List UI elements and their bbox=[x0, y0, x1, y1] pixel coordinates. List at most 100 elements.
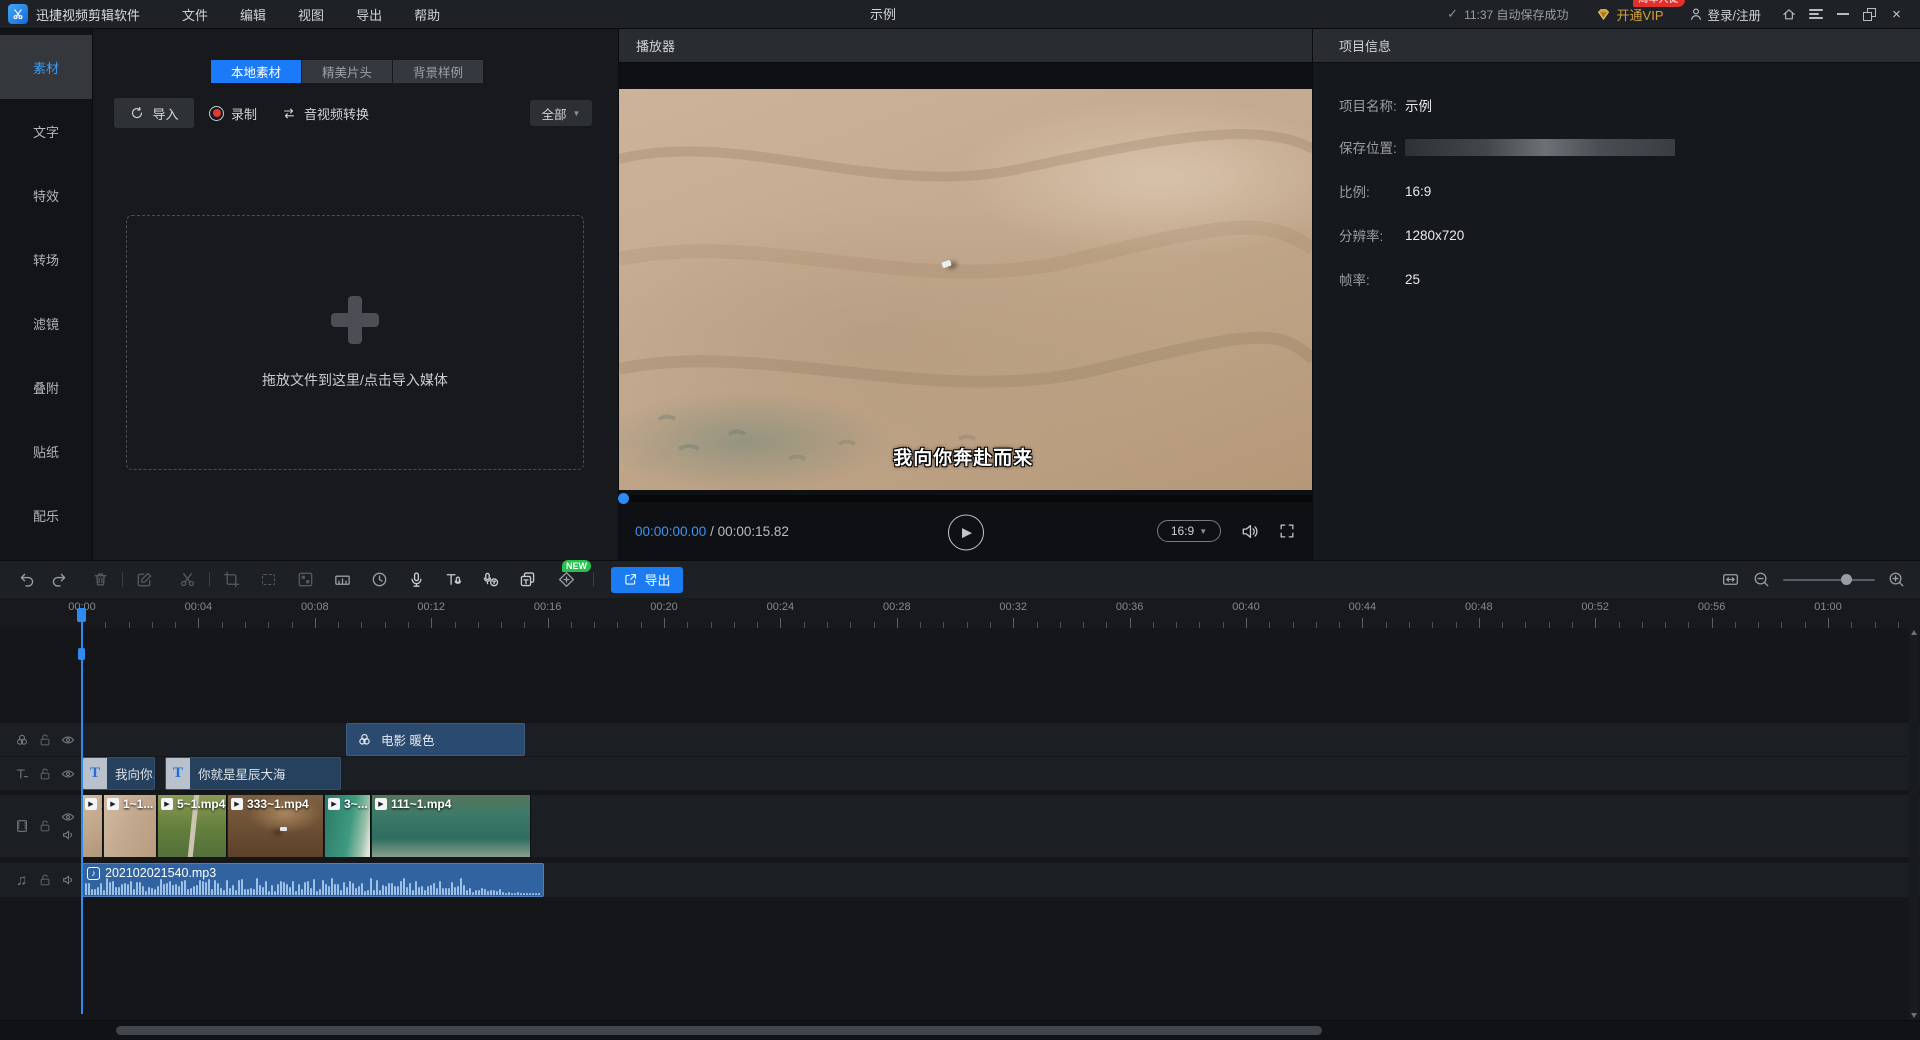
edit-clip-button[interactable] bbox=[128, 567, 161, 593]
zoom-out-icon[interactable] bbox=[1752, 570, 1771, 589]
sidebar-item-text[interactable]: 文字 bbox=[0, 99, 92, 163]
total-duration: 00:00:15.82 bbox=[718, 524, 789, 539]
batch-subtitle-button[interactable] bbox=[511, 567, 544, 593]
toggle-visibility-button[interactable] bbox=[60, 809, 76, 825]
aspect-row: 比例: 16:9 bbox=[1339, 181, 1431, 201]
ruler-tick bbox=[431, 618, 432, 628]
vip-button[interactable]: 开通VIP 周年大促 bbox=[1595, 5, 1664, 24]
fullscreen-button[interactable] bbox=[1278, 522, 1296, 540]
titlebar-right: ✓ 11:37 自动保存成功 开通VIP 周年大促 登录/注册 bbox=[1447, 0, 1920, 29]
delete-button[interactable] bbox=[84, 567, 117, 593]
zoom-slider-handle[interactable] bbox=[1841, 574, 1852, 585]
lock-track-button[interactable] bbox=[33, 732, 56, 748]
toggle-visibility-button[interactable] bbox=[57, 766, 80, 782]
main-area: 素材 文字 特效 转场 滤镜 叠附 贴纸 配乐 本地素材 精美片头 背景样例 导… bbox=[0, 29, 1920, 560]
menu-export[interactable]: 导出 bbox=[356, 5, 382, 24]
sidebar-item-transitions[interactable]: 转场 bbox=[0, 227, 92, 291]
ruler-label: 00:36 bbox=[1116, 601, 1144, 613]
adjust-duration-button[interactable] bbox=[326, 567, 359, 593]
import-button[interactable]: 导入 bbox=[114, 98, 194, 128]
redo-button[interactable] bbox=[43, 567, 76, 593]
sidebar-item-overlays[interactable]: 叠附 bbox=[0, 355, 92, 419]
effect-clip[interactable]: 电影 暖色 bbox=[346, 723, 525, 756]
timeline-ruler[interactable]: 00:0000:0400:0800:1200:1600:2000:2400:28… bbox=[0, 598, 1920, 628]
volume-button[interactable] bbox=[1239, 521, 1260, 542]
media-filter-dropdown[interactable]: 全部 ▼ bbox=[530, 100, 592, 126]
lock-track-button[interactable] bbox=[33, 766, 56, 782]
audio-track-head: ♫ bbox=[0, 863, 80, 897]
menu-view[interactable]: 视图 bbox=[298, 5, 324, 24]
tab-background-samples[interactable]: 背景样例 bbox=[393, 60, 483, 83]
swap-arrows-icon bbox=[281, 105, 297, 121]
play-button[interactable]: ▶ bbox=[948, 514, 984, 550]
ruler-label: 00:24 bbox=[767, 601, 795, 613]
media-dropzone[interactable]: 拖放文件到这里/点击导入媒体 bbox=[126, 215, 584, 470]
player-seekbar[interactable] bbox=[619, 495, 1312, 502]
tab-intro-templates[interactable]: 精美片头 bbox=[302, 60, 392, 83]
clip-play-icon: ▶ bbox=[328, 798, 340, 810]
text-clip[interactable]: T 你就是星辰大海 bbox=[165, 757, 341, 790]
playhead-grip[interactable] bbox=[78, 648, 85, 660]
titlebar: 迅捷视频剪辑软件 文件 编辑 视图 导出 帮助 示例 ✓ 11:37 自动保存成… bbox=[0, 0, 1920, 29]
lock-track-button[interactable] bbox=[33, 818, 56, 834]
subtitle-copy-icon bbox=[518, 570, 537, 589]
minimize-button[interactable] bbox=[1829, 0, 1856, 29]
video-clip[interactable]: ▶1 bbox=[82, 795, 103, 857]
sidebar-item-media[interactable]: 素材 bbox=[0, 35, 92, 99]
video-clip[interactable]: ▶5~1.mp4 bbox=[158, 795, 227, 857]
text-chip-icon: T bbox=[83, 758, 107, 789]
fit-timeline-icon[interactable] bbox=[1721, 570, 1740, 589]
maximize-button[interactable] bbox=[1856, 0, 1883, 29]
scroll-up-arrow-icon bbox=[1911, 630, 1917, 635]
project-name-row: 项目名称: 示例 bbox=[1339, 95, 1432, 115]
split-button[interactable] bbox=[171, 567, 204, 593]
zoom-in-icon[interactable] bbox=[1887, 570, 1906, 589]
sidebar-item-stickers[interactable]: 贴纸 bbox=[0, 419, 92, 483]
select-region-button[interactable] bbox=[252, 567, 285, 593]
toggle-visibility-button[interactable] bbox=[57, 732, 80, 748]
menu-help[interactable]: 帮助 bbox=[414, 5, 440, 24]
speed-button[interactable] bbox=[363, 567, 396, 593]
export-button[interactable]: 导出 bbox=[611, 567, 683, 593]
lock-track-button[interactable] bbox=[33, 872, 56, 888]
menu-file[interactable]: 文件 bbox=[182, 5, 208, 24]
mosaic-button[interactable] bbox=[289, 567, 322, 593]
undo-icon bbox=[17, 570, 36, 589]
text-clip[interactable]: T 我向你... bbox=[82, 757, 155, 790]
close-button[interactable]: × bbox=[1883, 0, 1910, 29]
export-icon bbox=[623, 572, 638, 587]
hamburger-icon bbox=[1809, 7, 1823, 21]
record-button[interactable]: 录制 bbox=[209, 98, 257, 128]
video-clip[interactable]: ▶3~... bbox=[325, 795, 371, 857]
text-to-speech-icon bbox=[444, 570, 463, 589]
timeline-vertical-scrollbar[interactable] bbox=[1909, 628, 1919, 1020]
timeline-horizontal-scrollbar[interactable] bbox=[116, 1026, 1322, 1035]
sidebar-item-effects[interactable]: 特效 bbox=[0, 163, 92, 227]
player-right-controls: 16:9 ▼ bbox=[1157, 520, 1296, 542]
av-convert-button[interactable]: 音视频转换 bbox=[281, 98, 369, 128]
sidebar-item-filters[interactable]: 滤镜 bbox=[0, 291, 92, 355]
video-clip[interactable]: ▶1~1... bbox=[104, 795, 157, 857]
tab-local-media[interactable]: 本地素材 bbox=[211, 60, 301, 83]
main-menu-button[interactable] bbox=[1802, 0, 1829, 29]
aspect-ratio-dropdown[interactable]: 16:9 ▼ bbox=[1157, 520, 1221, 542]
membership-button[interactable]: NEW bbox=[550, 567, 583, 593]
app-name: 迅捷视频剪辑软件 bbox=[36, 5, 140, 24]
toggle-mute-button[interactable] bbox=[60, 827, 76, 843]
text-to-speech-button[interactable] bbox=[437, 567, 470, 593]
voiceover-button[interactable] bbox=[400, 567, 433, 593]
speech-to-text-button[interactable] bbox=[474, 567, 507, 593]
crop-button[interactable] bbox=[215, 567, 248, 593]
audio-clip[interactable]: ♪ 202102021540.mp3 bbox=[82, 863, 544, 897]
menu-edit[interactable]: 编辑 bbox=[240, 5, 266, 24]
video-clip[interactable]: ▶333~1.mp4 bbox=[228, 795, 324, 857]
login-button[interactable]: 登录/注册 bbox=[1688, 5, 1761, 24]
playhead-head[interactable] bbox=[77, 608, 86, 622]
app-window: 迅捷视频剪辑软件 文件 编辑 视图 导出 帮助 示例 ✓ 11:37 自动保存成… bbox=[0, 0, 1920, 1040]
video-clip[interactable]: ▶111~1.mp4 bbox=[372, 795, 531, 857]
timeline-zoom-slider[interactable] bbox=[1783, 579, 1875, 581]
sidebar-item-music[interactable]: 配乐 bbox=[0, 483, 92, 547]
undo-button[interactable] bbox=[10, 567, 43, 593]
home-button[interactable] bbox=[1775, 0, 1802, 29]
toggle-mute-button[interactable] bbox=[57, 872, 80, 888]
